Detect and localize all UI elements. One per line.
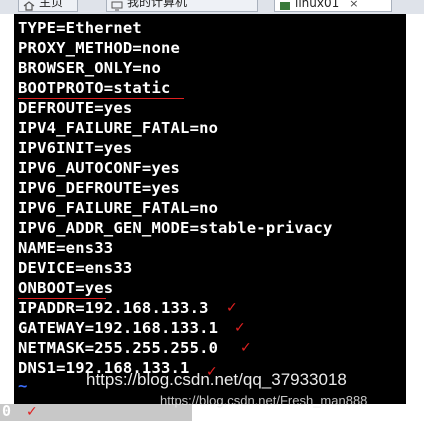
- config-line-proxy-method: PROXY_METHOD=none: [18, 39, 181, 57]
- tab-linux01[interactable]: linux01 ×: [274, 0, 392, 12]
- tab-linux01-label: linux01: [295, 0, 340, 10]
- config-line-gateway: GATEWAY=192.168.133.1: [18, 319, 219, 337]
- config-line-defroute: DEFROUTE=yes: [18, 99, 133, 117]
- config-line-ipv6-autoconf: IPV6_AUTOCONF=yes: [18, 159, 181, 177]
- ipaddr-check-icon: ✓: [226, 300, 238, 316]
- config-line-onboot: ONBOOT=yes: [18, 279, 114, 297]
- config-line-netmask: NETMASK=255.255.255.0: [18, 339, 219, 357]
- config-line-ipv4-failure-fatal: IPV4_FAILURE_FATAL=no: [18, 119, 219, 137]
- config-line-ipv6-defroute: IPV6_DEFROUTE=yes: [18, 179, 181, 197]
- watermark-main: https://blog.csdn.net/qq_37933018: [86, 370, 347, 389]
- config-line-ipv6-addr-gen-mode: IPV6_ADDR_GEN_MODE=stable-privacy: [18, 219, 333, 237]
- terminal-window[interactable]: TYPE=Ethernet PROXY_METHOD=none BROWSER_…: [14, 14, 406, 404]
- onboot-underline: [18, 298, 106, 299]
- vm-icon: [279, 0, 291, 10]
- bootproto-underline: [18, 98, 184, 99]
- config-line-ipaddr: IPADDR=192.168.133.3: [18, 299, 209, 317]
- tab-home-label: 主页: [39, 0, 64, 9]
- status-line-text: 0: [2, 402, 12, 420]
- home-icon: [23, 0, 35, 11]
- config-line-device: DEVICE=ens33: [18, 259, 133, 277]
- tab-home[interactable]: 主页: [18, 0, 78, 12]
- watermark-secondary: https://blog.csdn.net/Fresh_man888: [160, 393, 368, 408]
- close-icon[interactable]: ×: [349, 0, 358, 10]
- tab-bar: 主页 我的计算机 linux01 ×: [0, 0, 424, 14]
- config-line-ipv6init: IPV6INIT=yes: [18, 139, 133, 157]
- tab-my-computer-label: 我的计算机: [127, 0, 188, 9]
- tab-my-computer[interactable]: 我的计算机: [106, 0, 258, 12]
- gateway-check-icon: ✓: [234, 320, 246, 336]
- computer-icon: [111, 0, 123, 11]
- config-line-ipv6-failure-fatal: IPV6_FAILURE_FATAL=no: [18, 199, 219, 217]
- config-line-browser-only: BROWSER_ONLY=no: [18, 59, 161, 77]
- config-line-name: NAME=ens33: [18, 239, 114, 257]
- config-line-type: TYPE=Ethernet: [18, 19, 142, 37]
- left-gutter: [0, 14, 14, 404]
- config-line-bootproto: BOOTPROTO=static: [18, 79, 171, 97]
- netmask-check-icon: ✓: [240, 340, 252, 356]
- right-gutter: [406, 14, 424, 404]
- empty-line-tilde: ~: [18, 377, 28, 395]
- status-check-icon: ✓: [26, 404, 38, 420]
